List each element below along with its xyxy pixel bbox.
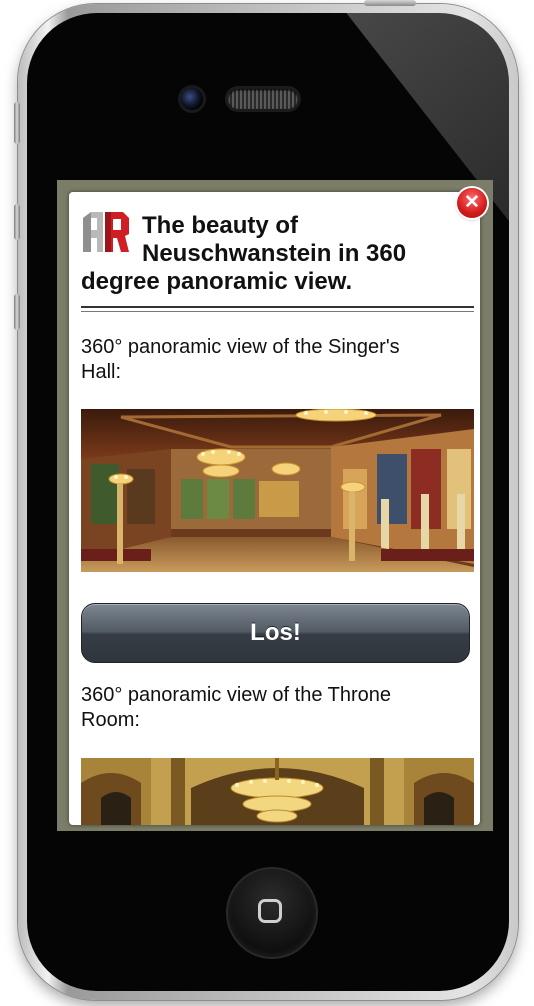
throne-room-caption: 360° panoramic view of the Throne Room: (81, 683, 466, 733)
volume-down-button (14, 294, 20, 330)
caption-line: Hall: (81, 361, 122, 383)
screen: The beauty of Neuschwanstein in 360 degr… (57, 180, 493, 831)
title-divider-thin (81, 311, 474, 312)
power-button (364, 0, 416, 6)
home-square-icon (258, 899, 282, 923)
close-icon[interactable]: ✕ (457, 188, 487, 218)
panorama-dialog: The beauty of Neuschwanstein in 360 degr… (69, 192, 480, 825)
caption-line: Room: (81, 709, 140, 731)
title-line-3: degree panoramic view. (81, 268, 353, 295)
camera-icon (181, 88, 203, 110)
singers-hall-panorama[interactable] (81, 409, 474, 572)
caption-line: 360° panoramic view of the Singer's (81, 336, 400, 358)
caption-line: 360° panoramic view of the Throne (81, 684, 392, 706)
los-button[interactable]: Los! (81, 603, 470, 663)
dialog-title: The beauty of Neuschwanstein in 360 degr… (81, 212, 476, 296)
singers-hall-caption: 360° panoramic view of the Singer's Hall… (81, 335, 466, 385)
volume-up-button (14, 204, 20, 240)
speaker-grille (228, 89, 298, 109)
mute-switch (14, 102, 20, 144)
title-divider (81, 306, 474, 308)
title-line-1: The beauty of (142, 212, 299, 239)
home-button[interactable] (228, 869, 316, 957)
throne-room-panorama[interactable] (81, 758, 474, 825)
title-line-2: Neuschwanstein in 360 (142, 240, 407, 267)
